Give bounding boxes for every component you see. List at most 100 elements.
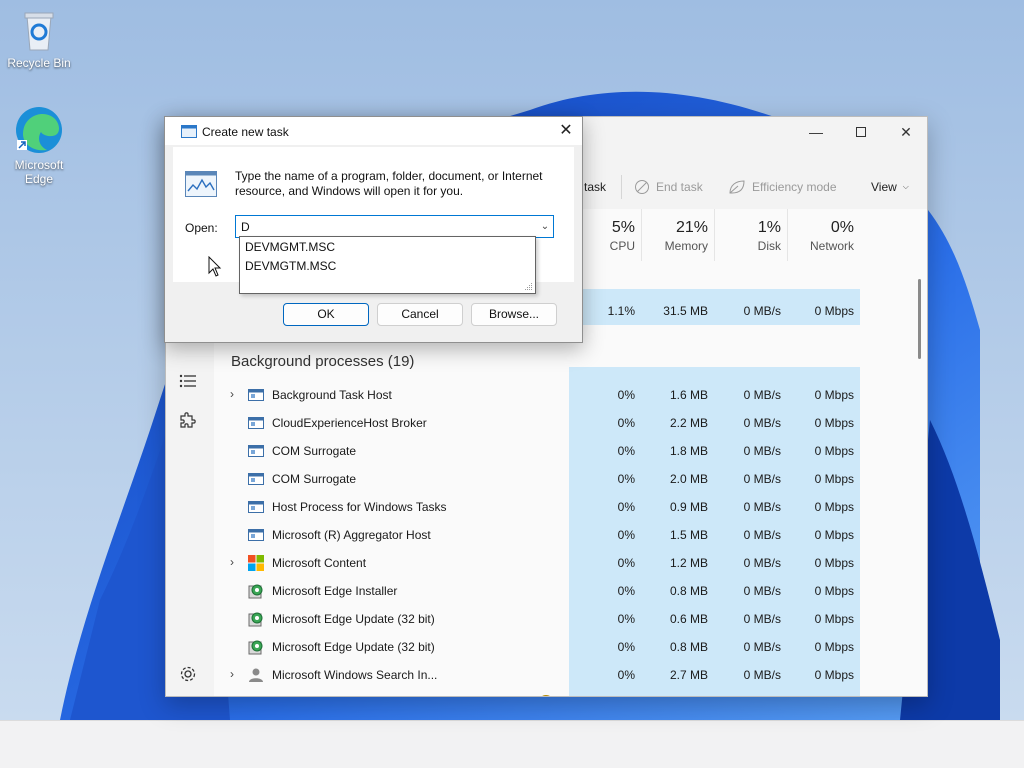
browse-button[interactable]: Browse...	[471, 303, 557, 326]
nav-details[interactable]	[176, 369, 200, 393]
create-new-task-dialog: Create new task ✕ Type the name of a pro…	[164, 116, 583, 343]
table-row[interactable]: COM Surrogate 0% 1.8 MB 0 MB/s 0 Mbps	[214, 437, 927, 465]
list-icon	[179, 374, 196, 388]
autocomplete-item[interactable]: DEVMGTM.MSC	[245, 259, 336, 273]
group-header-background-processes[interactable]: Background processes (19)	[231, 353, 414, 370]
network-percent: 0%	[830, 219, 854, 236]
disk-value: 0 MB/s	[743, 668, 781, 682]
memory-value: 0.9 MB	[669, 500, 708, 514]
chevron-down-icon: ⌵	[902, 182, 909, 191]
minimize-button[interactable]: —	[793, 117, 839, 147]
table-row[interactable]: › Search (2) ❙❙ 0% 3.5 MB 0 MB/s 0 Mbps	[214, 689, 927, 697]
window-icon	[248, 443, 264, 459]
search-user-icon	[248, 667, 264, 683]
cpu-value: 0%	[617, 640, 635, 654]
window-icon	[248, 499, 264, 515]
cpu-value: 0%	[617, 584, 635, 598]
window-icon	[248, 387, 264, 403]
process-name: Microsoft Windows Search In...	[272, 668, 438, 682]
open-combobox-input[interactable]	[235, 215, 554, 238]
process-name: Microsoft Edge Installer	[272, 584, 398, 598]
autocomplete-item[interactable]: DEVMGMT.MSC	[245, 240, 335, 254]
memory-value: 31.5 MB	[663, 304, 708, 318]
cpu-value: 0%	[569, 696, 635, 697]
chevron-right-icon[interactable]: ›	[230, 555, 234, 569]
cpu-value: 0%	[617, 528, 635, 542]
table-row[interactable]: CloudExperienceHost Broker 0% 2.2 MB 0 MB/s…	[214, 409, 927, 437]
network-label: Network	[809, 239, 854, 253]
memory-value: 0.6 MB	[669, 612, 708, 626]
memory-value: 2.2 MB	[669, 416, 708, 430]
chevron-right-icon[interactable]: ›	[230, 695, 234, 696]
table-row[interactable]: Microsoft Edge Update (32 bit) 0% 0.8 MB 0 …	[214, 633, 927, 661]
desktop-icon-edge[interactable]: Microsoft Edge	[1, 104, 77, 186]
memory-value: 1.2 MB	[669, 556, 708, 570]
network-value: 0 Mbps	[814, 556, 854, 570]
mouse-cursor-icon	[208, 256, 222, 277]
table-row[interactable]: Microsoft Edge Update (32 bit) 0% 0.6 MB 0 …	[214, 605, 927, 633]
leaf-icon	[729, 180, 745, 194]
desktop-icon-label: Recycle Bin	[7, 56, 71, 70]
chevron-right-icon[interactable]: ›	[230, 387, 234, 401]
disk-value: 0 MB/s	[743, 444, 781, 458]
cpu-value: 0%	[617, 556, 635, 570]
end-task-icon	[635, 180, 649, 194]
ok-button[interactable]: OK	[283, 303, 369, 326]
open-label: Open:	[185, 221, 218, 235]
run-new-task-button[interactable]: task	[584, 169, 606, 205]
memory-value: 2.7 MB	[669, 668, 708, 682]
microsoft-logo-icon	[248, 555, 264, 571]
toolbar-divider	[621, 175, 622, 199]
table-row[interactable]: Microsoft Edge Installer 0% 0.8 MB 0 MB/s 0 …	[214, 577, 927, 605]
cpu-value: 0%	[617, 388, 635, 402]
column-header-network[interactable]: 0% Network	[787, 209, 860, 261]
cpu-value: 0%	[617, 416, 635, 430]
memory-value: 0.8 MB	[669, 584, 708, 598]
cpu-value: 0%	[617, 612, 635, 626]
maximize-button[interactable]	[838, 117, 884, 147]
resize-grip-icon[interactable]	[524, 282, 533, 291]
disk-value: 0 MB/s	[743, 556, 781, 570]
efficiency-mode-button[interactable]: Efficiency mode	[728, 169, 837, 205]
nav-settings[interactable]	[176, 662, 200, 686]
network-value: 0 Mbps	[814, 304, 854, 318]
network-value: 0 Mbps	[787, 696, 854, 697]
network-value: 0 Mbps	[814, 472, 854, 486]
network-value: 0 Mbps	[814, 416, 854, 430]
close-button[interactable]: ✕	[883, 117, 927, 147]
end-task-label: End task	[656, 180, 703, 194]
process-name: Background Task Host	[272, 388, 392, 402]
close-icon: ✕	[900, 123, 912, 140]
disk-value: 0 MB/s	[743, 472, 781, 486]
window-icon	[248, 527, 264, 543]
table-row[interactable]: › Background Task Host 0% 1.6 MB 0 MB/s 0 Mbp…	[214, 381, 927, 409]
view-dropdown[interactable]: View ⌵	[871, 169, 909, 205]
autocomplete-list: DEVMGMT.MSC DEVMGTM.MSC	[239, 236, 536, 294]
open-dropdown-button[interactable]: ⌄	[538, 217, 552, 236]
memory-value: 1.8 MB	[669, 444, 708, 458]
disk-label: Disk	[757, 239, 781, 253]
minimize-icon: —	[809, 124, 823, 140]
process-name: COM Surrogate	[272, 472, 357, 486]
process-name: Microsoft Edge Update (32 bit)	[272, 612, 435, 626]
disk-value: 0 MB/s	[743, 612, 781, 626]
table-row[interactable]: COM Surrogate 0% 2.0 MB 0 MB/s 0 Mbps	[214, 465, 927, 493]
table-row[interactable]: › Microsoft Content 0% 1.2 MB 0 MB/s 0 Mbps	[214, 549, 927, 577]
cpu-value: 0%	[617, 500, 635, 514]
table-row[interactable]: › Microsoft Windows Search In... 0% 2.7 MB 0…	[214, 661, 927, 689]
column-header-disk[interactable]: 1% Disk	[714, 209, 787, 261]
nav-services[interactable]	[176, 409, 200, 433]
column-header-memory[interactable]: 21% Memory	[641, 209, 714, 261]
network-value: 0 Mbps	[814, 584, 854, 598]
edge-icon	[16, 107, 62, 153]
vertical-scrollbar[interactable]	[918, 279, 921, 359]
disk-value: 0 MB/s	[714, 696, 781, 697]
table-row[interactable]: Microsoft (R) Aggregator Host 0% 1.5 MB 0 M…	[214, 521, 927, 549]
chevron-right-icon[interactable]: ›	[230, 667, 234, 681]
recycle-bin-icon	[24, 12, 54, 51]
cancel-button[interactable]: Cancel	[377, 303, 463, 326]
table-row[interactable]: Host Process for Windows Tasks 0% 0.9 MB 0 …	[214, 493, 927, 521]
dialog-close-button[interactable]: ✕	[554, 121, 578, 141]
end-task-button[interactable]: End task	[634, 169, 703, 205]
desktop-icon-recycle-bin[interactable]: Recycle Bin	[1, 10, 77, 70]
